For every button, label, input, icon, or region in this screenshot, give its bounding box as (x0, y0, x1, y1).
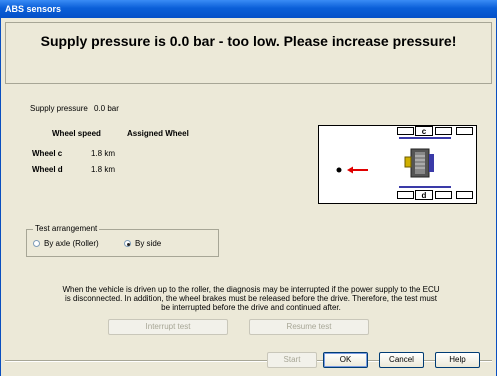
ok-button[interactable]: OK (323, 352, 368, 368)
window-title: ABS sensors (0, 0, 497, 18)
vehicle-icon (404, 148, 434, 178)
test-arrangement-title: Test arrangement (33, 224, 100, 233)
wheel-c-marker: c (415, 126, 433, 136)
wheel-d-speed: 1.8 km (91, 165, 116, 174)
roller-info-text: When the vehicle is driven up to the rol… (62, 285, 440, 312)
supply-pressure-value: 0.0 bar (94, 104, 119, 113)
pressure-warning-panel: Supply pressure is 0.0 bar - too low. Pl… (5, 22, 492, 84)
wheel-d-label: Wheel d (32, 165, 63, 174)
wheel-d-marker: d (415, 190, 433, 200)
wheel-box (435, 127, 452, 135)
radio-by-side[interactable]: By side (124, 239, 161, 248)
wheel-box (456, 191, 473, 199)
position-arrow-icon (336, 166, 368, 174)
wheel-box (397, 127, 414, 135)
radio-by-axle[interactable]: By axle (Roller) (33, 239, 99, 248)
assigned-wheel-header: Assigned Wheel (127, 129, 189, 138)
axle-bar (399, 137, 451, 139)
supply-pressure-label: Supply pressure (30, 104, 88, 113)
test-arrangement-group: Test arrangement By axle (Roller) By sid… (26, 224, 219, 257)
cancel-button[interactable]: Cancel (379, 352, 424, 368)
help-button[interactable]: Help (435, 352, 480, 368)
wheel-c-label: Wheel c (32, 149, 63, 158)
resume-test-button[interactable]: Resume test (249, 319, 369, 335)
radio-button-icon (33, 240, 40, 247)
radio-button-selected-icon (124, 240, 131, 247)
abs-sensors-window: Supply pressure is 0.0 bar - too low. Pl… (0, 18, 497, 376)
interrupt-test-button[interactable]: Interrupt test (108, 319, 228, 335)
axle-bar (399, 186, 451, 188)
pressure-warning-message: Supply pressure is 0.0 bar - too low. Pl… (40, 33, 457, 49)
wheel-box (397, 191, 414, 199)
wheel-box (435, 191, 452, 199)
wheel-box (456, 127, 473, 135)
wheel-c-speed: 1.8 km (91, 149, 116, 158)
start-button[interactable]: Start (267, 352, 317, 368)
wheel-diagram: c d (318, 125, 477, 204)
wheel-speed-header: Wheel speed (52, 129, 101, 138)
